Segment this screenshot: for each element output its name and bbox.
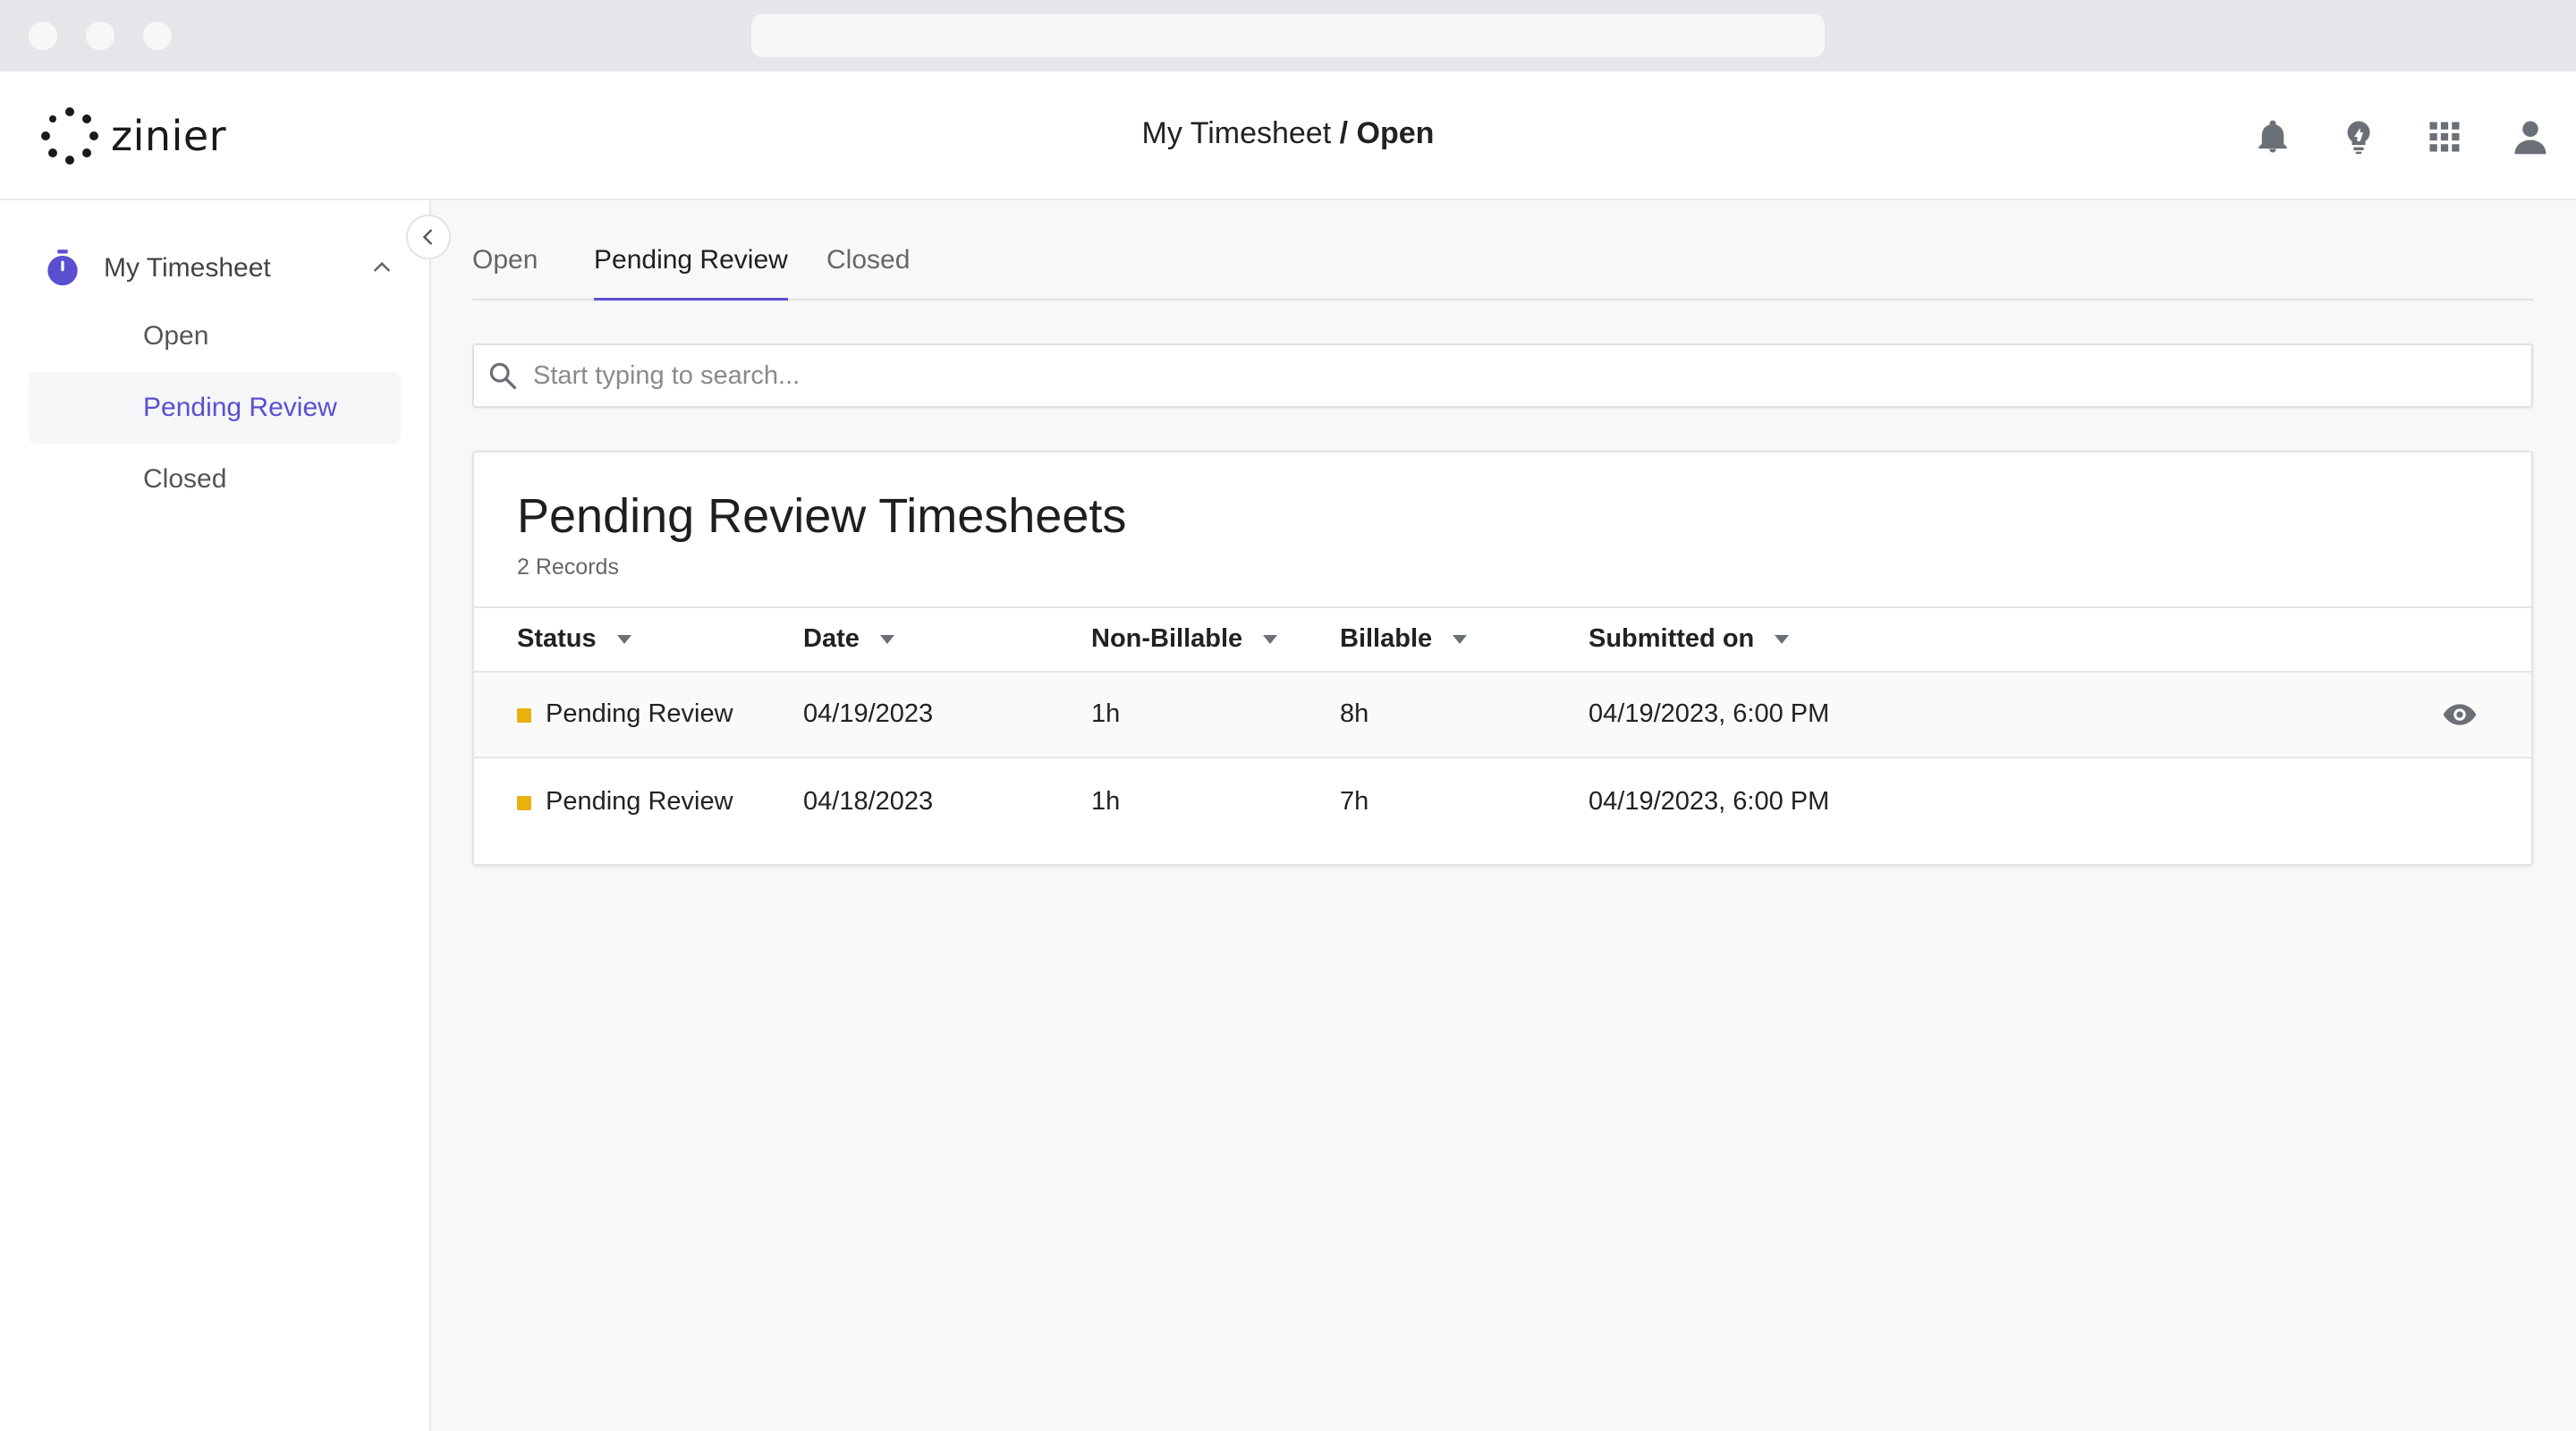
- table-title: Pending Review Timesheets: [517, 489, 1127, 543]
- collapse-sidebar-button[interactable]: [406, 215, 451, 259]
- column-header-label: Non-Billable: [1091, 624, 1243, 653]
- column-header-label: Date: [803, 624, 860, 653]
- stopwatch-icon: [47, 250, 78, 286]
- window-maximize-dot[interactable]: [143, 21, 172, 50]
- cell-date: 04/18/2023: [803, 787, 934, 816]
- tab-bar: Open Pending Review Closed: [472, 200, 2533, 301]
- column-header-date[interactable]: Date: [803, 624, 895, 654]
- cell-status: Pending Review: [546, 787, 733, 816]
- sidebar-item-pending-review[interactable]: Pending Review: [29, 372, 401, 444]
- sidebar-section-label: My Timesheet: [104, 253, 271, 283]
- main-content: Open Pending Review Closed Pending Revie…: [431, 200, 2576, 1431]
- sidebar-item-closed[interactable]: Closed: [29, 444, 401, 515]
- header-actions: [2211, 113, 2555, 161]
- view-eye-icon[interactable]: [2442, 699, 2478, 730]
- column-header-non-billable[interactable]: Non-Billable: [1091, 624, 1278, 654]
- apps-button[interactable]: [2420, 113, 2469, 161]
- apps-grid-icon: [2429, 122, 2460, 152]
- sort-caret-icon: [1775, 634, 1790, 644]
- table-row[interactable]: Pending Review 04/19/2023 1h 8h 04/19/20…: [474, 673, 2531, 758]
- cell-billable: 8h: [1340, 699, 1369, 728]
- search-box: [472, 343, 2533, 408]
- tab-pending-review[interactable]: Pending Review: [594, 245, 788, 301]
- page-title: My Timesheet / Open: [0, 116, 2576, 151]
- sort-caret-icon: [1453, 634, 1468, 644]
- chevron-left-icon: [422, 229, 432, 245]
- column-header-status[interactable]: Status: [517, 624, 632, 654]
- address-bar[interactable]: [751, 14, 1825, 57]
- cell-status: Pending Review: [546, 699, 733, 728]
- cell-submitted-on: 04/19/2023, 6:00 PM: [1589, 787, 1830, 816]
- column-header-label: Status: [517, 624, 597, 653]
- notifications-button[interactable]: [2249, 113, 2297, 161]
- column-header-label: Submitted on: [1589, 624, 1755, 653]
- cell-date: 04/19/2023: [803, 699, 934, 728]
- sort-caret-icon: [616, 634, 631, 644]
- sidebar-item-open[interactable]: Open: [29, 301, 401, 372]
- timesheets-card: Pending Review Timesheets 2 Records Stat…: [472, 451, 2533, 866]
- tab-closed[interactable]: Closed: [826, 245, 910, 301]
- sort-caret-icon: [1263, 634, 1278, 644]
- search-icon: [489, 362, 517, 390]
- search-input[interactable]: [533, 360, 2411, 391]
- page-title-current: Open: [1356, 116, 1435, 150]
- window-close-dot[interactable]: [29, 21, 57, 50]
- profile-button[interactable]: [2506, 113, 2555, 161]
- status-indicator: [517, 796, 531, 810]
- table-row[interactable]: Pending Review 04/18/2023 1h 7h 04/19/20…: [474, 760, 2531, 846]
- page-title-section: My Timesheet: [1141, 116, 1332, 150]
- lightbulb-icon: [2347, 121, 2370, 155]
- sort-caret-icon: [879, 634, 894, 644]
- sidebar-section-my-timesheet[interactable]: My Timesheet: [45, 243, 394, 293]
- column-header-submitted-on[interactable]: Submitted on: [1589, 624, 1790, 654]
- table-header: Status Date Non-Billable Billable Submit…: [474, 606, 2531, 673]
- cell-submitted-on: 04/19/2023, 6:00 PM: [1589, 699, 1830, 728]
- chevron-up-icon[interactable]: [370, 256, 394, 279]
- column-header-billable[interactable]: Billable: [1340, 624, 1468, 654]
- user-icon: [2514, 121, 2546, 155]
- bell-icon: [2258, 120, 2287, 153]
- cell-billable: 7h: [1340, 787, 1369, 816]
- status-indicator: [517, 708, 531, 723]
- record-count: 2 Records: [517, 555, 619, 580]
- tab-open[interactable]: Open: [472, 245, 538, 301]
- browser-chrome: [0, 0, 2576, 72]
- cell-non-billable: 1h: [1091, 787, 1121, 816]
- app-header: zinier My Timesheet / Open: [0, 72, 2576, 200]
- insights-button[interactable]: [2334, 113, 2383, 161]
- column-header-label: Billable: [1340, 624, 1433, 653]
- window-minimize-dot[interactable]: [86, 21, 114, 50]
- page-title-separator: /: [1339, 116, 1349, 150]
- sidebar: My Timesheet Open Pending Review Closed: [0, 200, 431, 1431]
- cell-non-billable: 1h: [1091, 699, 1121, 728]
